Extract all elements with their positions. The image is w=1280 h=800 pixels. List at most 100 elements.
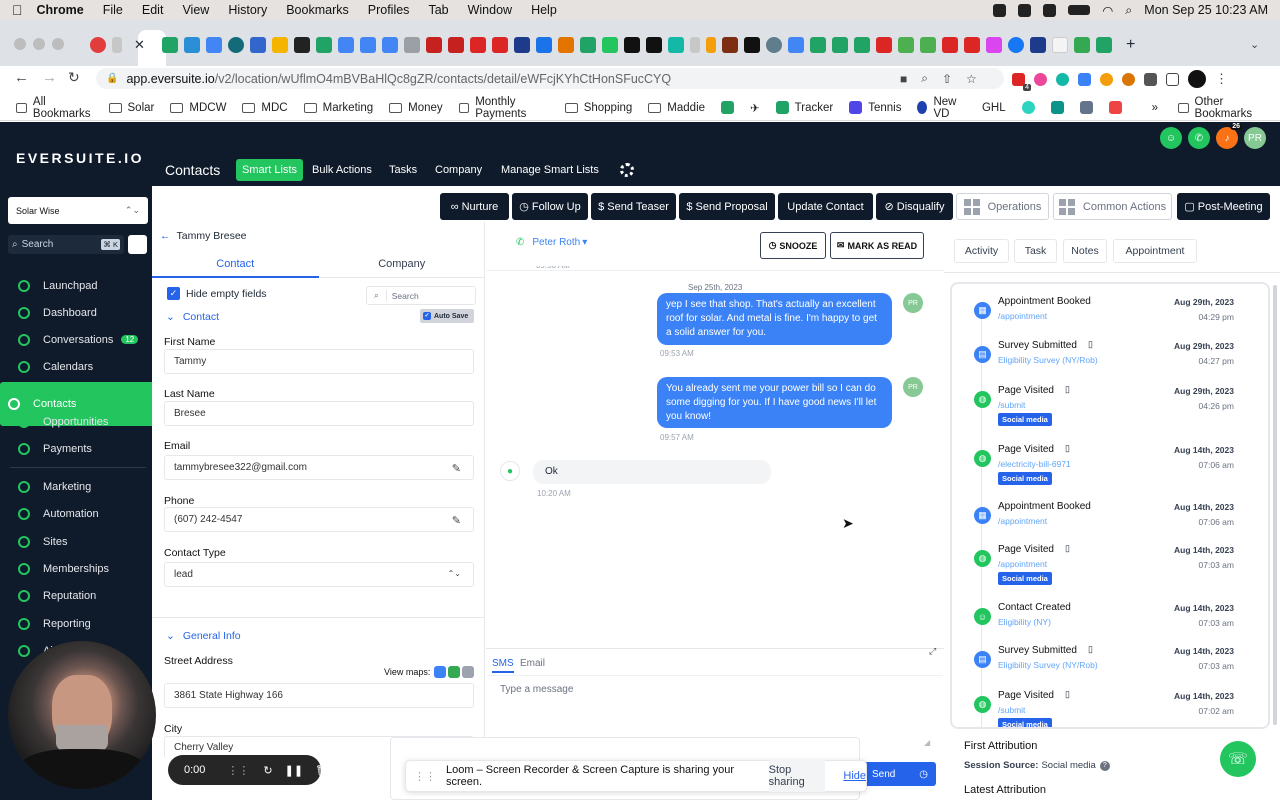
activity-item[interactable]: ◍ Page Visited ▯ /submit Social media Aug 14t…: [952, 678, 1252, 727]
forward-icon[interactable]: →: [42, 69, 57, 86]
star-icon[interactable]: ☆: [966, 72, 977, 86]
status-icon[interactable]: [1043, 3, 1057, 17]
activity-link[interactable]: /electricity-bill-6971: [998, 459, 1071, 469]
tab-favicon[interactable]: [788, 37, 804, 53]
bookmark-icon-only[interactable]: [1108, 101, 1122, 114]
status-icon[interactable]: [993, 3, 1007, 17]
tab-favicon[interactable]: [338, 37, 354, 53]
clipboard-icon[interactable]: ▯: [1088, 339, 1093, 350]
quick-add-button[interactable]: [128, 235, 147, 254]
pencil-icon[interactable]: ✎: [452, 514, 461, 527]
extension-icon[interactable]: [1122, 72, 1135, 86]
bookmark-item[interactable]: Maddie: [648, 102, 705, 114]
tab-activity[interactable]: Activity: [954, 239, 1009, 263]
share-icon[interactable]: ⇧: [942, 72, 952, 86]
tab-favicon[interactable]: [1008, 37, 1024, 53]
apple-maps-icon[interactable]: [434, 666, 447, 678]
tab-favicon[interactable]: [206, 37, 222, 53]
activity-item[interactable]: ▦ Appointment Booked/appointment Aug 29th,…: [952, 284, 1252, 328]
menu-help[interactable]: Help: [531, 3, 557, 17]
user-avatar[interactable]: PR: [1244, 127, 1266, 149]
menu-edit[interactable]: Edit: [142, 3, 164, 17]
sidebar-item-memberships[interactable]: Memberships: [10, 557, 146, 580]
street-view-icon[interactable]: [462, 666, 475, 678]
sidebar-item-automation[interactable]: Automation: [10, 502, 146, 525]
activity-link[interactable]: Eligibility Survey (NY/Rob): [998, 355, 1098, 365]
status-icon[interactable]: [1018, 3, 1032, 17]
contact-section-header[interactable]: ⌄ Contact: [166, 311, 219, 323]
reload-icon[interactable]: ↻: [68, 69, 80, 86]
menu-window[interactable]: Window: [468, 3, 512, 17]
sidebar-item-payments[interactable]: Payments: [10, 437, 146, 460]
eversuite-logo[interactable]: EVERSUITE.IO: [16, 150, 144, 166]
grid-icon[interactable]: ⋮⋮: [227, 764, 249, 777]
tab-favicon[interactable]: [1096, 37, 1112, 53]
clipboard-icon[interactable]: ▯: [1065, 443, 1070, 454]
settings-gear-icon[interactable]: [620, 163, 634, 177]
bell-icon[interactable]: ♪ 26: [1216, 123, 1242, 149]
tab-favicon[interactable]: [448, 37, 464, 53]
tab-favicon[interactable]: [90, 37, 106, 53]
tab-favicon[interactable]: [272, 37, 288, 53]
sidebar-item-sites[interactable]: Sites: [10, 530, 146, 553]
tab-favicon[interactable]: [832, 37, 848, 53]
sidebar-item-opportunities[interactable]: Opportunities: [10, 410, 146, 433]
tab-notes[interactable]: Notes: [1063, 239, 1107, 263]
bookmark-icon-only[interactable]: [1021, 101, 1035, 114]
activity-link[interactable]: /submit: [998, 705, 1025, 715]
activity-link[interactable]: /appointment: [998, 516, 1047, 526]
tab-favicon[interactable]: [294, 37, 310, 53]
last-name-field[interactable]: Bresee: [164, 401, 474, 426]
sidebar-item-calendars[interactable]: Calendars: [10, 355, 146, 378]
email-field[interactable]: tammybresee322@gmail.com ✎: [164, 455, 474, 480]
webcam-bubble[interactable]: [8, 641, 156, 789]
tab-company[interactable]: Company: [318, 252, 485, 278]
zoom-icon[interactable]: ⌕: [921, 71, 928, 86]
bookmark-icon-only[interactable]: ✈: [750, 101, 760, 115]
assigned-agent-dropdown[interactable]: ✆ Peter Roth ▾: [516, 237, 587, 248]
bookmark-item[interactable]: Solar: [108, 102, 154, 114]
send-button[interactable]: Send ◷: [862, 762, 936, 786]
tab-favicon[interactable]: [228, 37, 244, 53]
tab-contact[interactable]: Contact: [152, 252, 319, 278]
bookmark-item[interactable]: Marketing: [303, 102, 373, 114]
activity-link[interactable]: Eligibility Survey (NY/Rob): [998, 660, 1098, 670]
pencil-icon[interactable]: ✎: [452, 462, 461, 475]
tab-list-icon[interactable]: ⌄: [1250, 38, 1259, 51]
tab-favicon[interactable]: [316, 37, 332, 53]
zoom-window-icon[interactable]: [52, 38, 64, 50]
tab-favicon[interactable]: [558, 37, 574, 53]
nurture-button[interactable]: ∞ Nurture: [440, 193, 509, 220]
clipboard-icon[interactable]: ▯: [1065, 689, 1070, 700]
bookmarks-overflow-icon[interactable]: »: [1152, 102, 1158, 114]
tab-favicon[interactable]: [854, 37, 870, 53]
tab-favicon[interactable]: [514, 37, 530, 53]
sidebar-item-dashboard[interactable]: Dashboard: [10, 301, 146, 324]
activity-link[interactable]: /appointment: [998, 559, 1047, 569]
tab-favicon[interactable]: [1074, 37, 1090, 53]
close-window-icon[interactable]: [14, 38, 26, 50]
bookmark-item[interactable]: Money: [389, 102, 443, 114]
bookmark-item[interactable]: MDCW: [170, 102, 226, 114]
activity-link[interactable]: Eligibility (NY): [998, 617, 1051, 627]
mark-as-read-button[interactable]: ✉ MARK AS READ: [830, 232, 924, 259]
tab-favicon[interactable]: [360, 37, 376, 53]
sidebar-item-marketing[interactable]: Marketing: [10, 475, 146, 498]
menu-history[interactable]: History: [228, 3, 267, 17]
hide-empty-toggle[interactable]: ✓ Hide empty fields: [167, 287, 267, 300]
back-icon[interactable]: ←: [14, 69, 29, 86]
field-search-input[interactable]: ⌕ Search: [366, 286, 476, 305]
extension-icon[interactable]: [1078, 72, 1091, 86]
clipboard-icon[interactable]: ▯: [1065, 543, 1070, 554]
activity-item[interactable]: ◍ Page Visited ▯ /submit Social media Aug 29t…: [952, 373, 1252, 426]
nav-smart-lists[interactable]: Smart Lists: [236, 159, 304, 181]
battery-icon[interactable]: [1068, 5, 1091, 15]
menu-app[interactable]: Chrome: [37, 3, 84, 17]
tab-favicon[interactable]: [964, 37, 980, 53]
tab-favicon[interactable]: [744, 37, 760, 53]
menu-tab[interactable]: Tab: [428, 3, 448, 17]
tab-favicon[interactable]: [162, 37, 178, 53]
minimize-window-icon[interactable]: [33, 38, 45, 50]
activity-item[interactable]: ◍ Page Visited ▯ /electricity-bill-6971 Soci…: [952, 432, 1252, 485]
tab-favicon[interactable]: [470, 37, 486, 53]
